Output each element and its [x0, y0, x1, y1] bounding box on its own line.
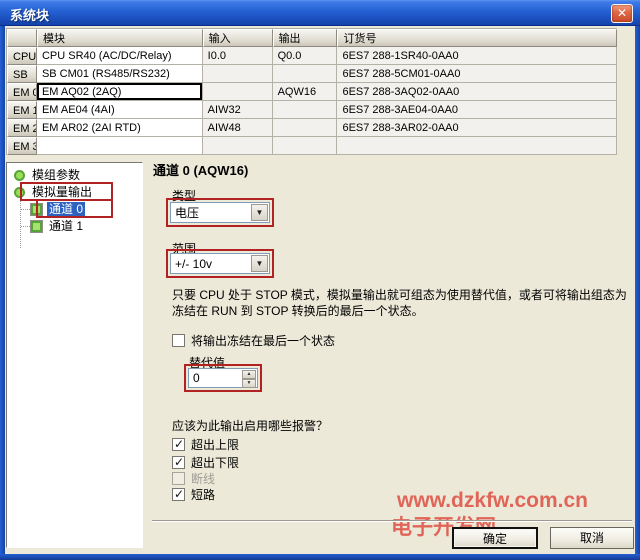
spin-up-icon[interactable]: ▲ [242, 370, 256, 379]
tree-item-analog-output[interactable]: 模拟量输出 [7, 184, 142, 201]
header-input: 输入 [203, 29, 273, 47]
output-cell: AQW16 [273, 83, 338, 101]
channel-icon [31, 221, 42, 232]
module-cell[interactable] [37, 137, 203, 155]
output-cell [273, 119, 338, 137]
tree-branch-line [21, 209, 30, 210]
freeze-output-label: 将输出冻结在最后一个状态 [191, 332, 335, 349]
checkbox-icon [172, 472, 185, 485]
tree-item-channel-1[interactable]: 通道 1 [7, 218, 142, 235]
table-row-em3: EM 3 [7, 137, 617, 155]
input-cell [203, 83, 273, 101]
row-label[interactable]: EM 0 [7, 83, 37, 101]
type-dropdown[interactable]: 电压 ▼ [170, 202, 270, 223]
input-cell [203, 137, 273, 155]
alarm-label: 短路 [191, 486, 215, 503]
table-row-sb: SB SB CM01 (RS485/RS232) 6ES7 288-5CM01-… [7, 65, 617, 83]
settings-tree: 模组参数 模拟量输出 通道 0 通道 1 [6, 162, 143, 548]
input-cell [203, 65, 273, 83]
tree-node-icon [14, 170, 25, 181]
checkbox-icon[interactable] [172, 488, 185, 501]
tree-item-label: 通道 1 [47, 219, 85, 234]
row-label[interactable]: EM 3 [7, 137, 37, 155]
tree-item-label: 模组参数 [30, 168, 82, 183]
type-dropdown-value: 电压 [171, 204, 250, 221]
window-border-right [635, 26, 640, 554]
range-dropdown[interactable]: +/- 10v ▼ [170, 253, 270, 274]
row-label[interactable]: EM 2 [7, 119, 37, 137]
table-row-cpu: CPU CPU SR40 (AC/DC/Relay) I0.0 Q0.0 6ES… [7, 47, 617, 65]
header-output: 输出 [273, 29, 338, 47]
cancel-button[interactable]: 取消 [550, 527, 634, 549]
title-bar: 系统块 [0, 0, 640, 26]
header-module: 模块 [37, 29, 203, 47]
alarm-short-circuit-checkbox[interactable]: 短路 [172, 487, 215, 502]
channel-icon [31, 204, 42, 215]
input-cell: AIW48 [203, 119, 273, 137]
row-label[interactable]: SB [7, 65, 37, 83]
input-cell: AIW32 [203, 101, 273, 119]
window-title: 系统块 [10, 5, 49, 24]
table-row-em0: EM 0 EM AQ02 (2AQ) AQW16 6ES7 288-3AQ02-… [7, 83, 617, 101]
module-cell-selected[interactable]: EM AQ02 (2AQ) [37, 83, 203, 101]
tree-item-label-selected: 通道 0 [47, 202, 85, 217]
order-cell: 6ES7 288-5CM01-0AA0 [337, 65, 617, 83]
alarm-label: 超出下限 [191, 454, 239, 471]
tree-item-channel-0[interactable]: 通道 0 [7, 201, 142, 218]
row-label[interactable]: EM 1 [7, 101, 37, 119]
range-dropdown-value: +/- 10v [171, 257, 250, 271]
tree-item-module-params[interactable]: 模组参数 [7, 167, 142, 184]
chevron-down-icon[interactable]: ▼ [251, 204, 268, 221]
window-border-bottom [0, 554, 640, 560]
table-header-row: 模块 输入 输出 订货号 [7, 29, 617, 47]
tree-item-label: 模拟量输出 [30, 185, 94, 200]
order-cell: 6ES7 288-3AE04-0AA0 [337, 101, 617, 119]
alarm-label: 断线 [191, 470, 215, 487]
alarm-wire-break-checkbox: 断线 [172, 471, 215, 486]
channel-heading: 通道 0 (AQW16) [153, 160, 248, 179]
tree-node-icon [14, 187, 25, 198]
alarms-question: 应该为此输出启用哪些报警？ [172, 417, 328, 434]
module-table: 模块 输入 输出 订货号 CPU CPU SR40 (AC/DC/Relay) … [6, 28, 617, 155]
checkbox-icon[interactable] [172, 334, 185, 347]
substitute-value: 0 [189, 369, 241, 387]
freeze-output-checkbox[interactable]: 将输出冻结在最后一个状态 [172, 333, 335, 348]
output-cell: Q0.0 [273, 47, 338, 65]
substitute-value-stepper[interactable]: 0 ▲ ▼ [188, 368, 258, 388]
input-cell: I0.0 [203, 47, 273, 65]
chevron-down-icon[interactable]: ▼ [251, 255, 268, 272]
alarm-upper-limit-checkbox[interactable]: 超出上限 [172, 437, 239, 452]
alarm-lower-limit-checkbox[interactable]: 超出下限 [172, 455, 239, 470]
table-row-em2: EM 2 EM AR02 (2AI RTD) AIW48 6ES7 288-3A… [7, 119, 617, 137]
table-row-em1: EM 1 EM AE04 (4AI) AIW32 6ES7 288-3AE04-… [7, 101, 617, 119]
tree-connector-line [20, 201, 21, 248]
close-icon[interactable]: ✕ [611, 4, 633, 23]
module-cell[interactable]: CPU SR40 (AC/DC/Relay) [37, 47, 203, 65]
spinner-buttons: ▲ ▼ [242, 370, 256, 386]
output-cell [273, 65, 338, 83]
row-label[interactable]: CPU [7, 47, 37, 65]
watermark-url: www.dzkfw.com.cn [397, 489, 588, 513]
checkbox-icon[interactable] [172, 438, 185, 451]
button-separator [152, 520, 632, 522]
module-cell[interactable]: SB CM01 (RS485/RS232) [37, 65, 203, 83]
window-border-left [0, 26, 5, 554]
ok-button[interactable]: 确定 [452, 527, 538, 549]
order-cell: 6ES7 288-3AQ02-0AA0 [337, 83, 617, 101]
header-corner [7, 29, 37, 47]
spin-down-icon[interactable]: ▼ [242, 379, 256, 388]
output-cell [273, 101, 338, 119]
module-cell[interactable]: EM AR02 (2AI RTD) [37, 119, 203, 137]
output-cell [273, 137, 338, 155]
description-text: 只要 CPU 处于 STOP 模式，模拟量输出就可组态为使用替代值，或者可将输出… [172, 287, 628, 319]
order-cell [337, 137, 617, 155]
module-cell[interactable]: EM AE04 (4AI) [37, 101, 203, 119]
checkbox-icon[interactable] [172, 456, 185, 469]
order-cell: 6ES7 288-3AR02-0AA0 [337, 119, 617, 137]
alarm-label: 超出上限 [191, 436, 239, 453]
header-order: 订货号 [337, 29, 617, 47]
order-cell: 6ES7 288-1SR40-0AA0 [337, 47, 617, 65]
tree-branch-line [21, 226, 30, 227]
